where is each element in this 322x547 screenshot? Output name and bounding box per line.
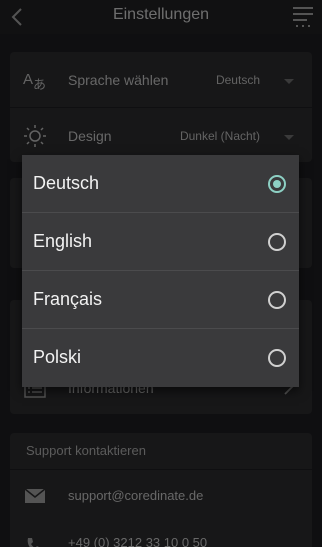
option-label: Deutsch: [33, 173, 100, 193]
option-label: English: [33, 231, 93, 251]
language-option-polski[interactable]: Polski: [22, 329, 299, 387]
language-option-deutsch[interactable]: Deutsch: [22, 155, 299, 213]
radio-unselected-icon[interactable]: [268, 233, 286, 251]
radio-selected-icon[interactable]: [268, 175, 286, 193]
option-label: Polski: [33, 347, 82, 367]
radio-unselected-icon[interactable]: [268, 291, 286, 309]
option-label: Français: [33, 289, 103, 309]
radio-unselected-icon[interactable]: [268, 349, 286, 367]
language-option-english[interactable]: English: [22, 213, 299, 271]
language-option-francais[interactable]: Français: [22, 271, 299, 329]
language-selection-dialog: Deutsch English Français Polski: [22, 155, 299, 387]
